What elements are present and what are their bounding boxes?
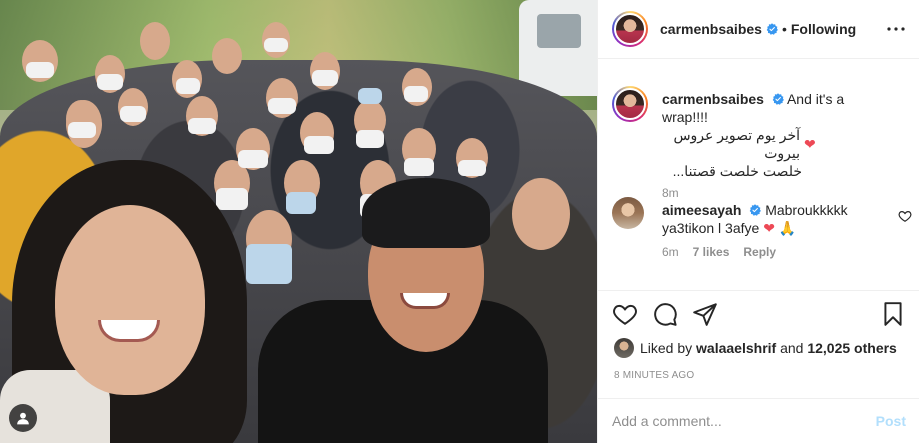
avatar[interactable]: [614, 88, 646, 120]
story-ring[interactable]: [612, 11, 648, 47]
add-comment-bar: Post: [598, 398, 919, 443]
comment-input[interactable]: [612, 413, 876, 429]
verified-badge-icon: [749, 204, 762, 216]
comment-item: aimeesayah Mabroukkkkk ya3tikon l 3afye …: [612, 197, 912, 277]
comment-like-heart-icon[interactable]: [898, 209, 912, 223]
photo-van: [519, 0, 597, 96]
likes-user[interactable]: walaaelshrif: [696, 340, 776, 356]
face-mask: [312, 70, 338, 86]
comment-icon[interactable]: [652, 301, 678, 327]
more-options-icon: [887, 27, 905, 31]
user-tag-button[interactable]: [9, 404, 37, 432]
comments-list[interactable]: carmenbsaibes And it's a wrap!!!! آخر يو…: [598, 60, 919, 288]
comment-text: Mabroukkkkk: [765, 202, 848, 218]
more-options-button[interactable]: [885, 18, 907, 40]
share-icon[interactable]: [692, 301, 718, 327]
comment-body: aimeesayah Mabroukkkkk ya3tikon l 3afye …: [662, 201, 892, 237]
face-mask: [404, 86, 428, 102]
post-header: carmenbsaibes • Following: [598, 0, 919, 59]
face-mask: [26, 62, 54, 78]
post-photo[interactable]: [0, 0, 597, 443]
caption-comment: carmenbsaibes And it's a wrap!!!! آخر يو…: [612, 86, 912, 200]
face-mask: [304, 136, 334, 154]
caption-arabic-line-2: خلصت خلصت قصتنا...: [672, 163, 802, 179]
user-tag-icon: [17, 412, 29, 425]
comment-meta: 6m 7 likes Reply: [662, 245, 776, 259]
face-mask: [358, 88, 382, 104]
face-mask: [264, 38, 288, 52]
caption-avatar-ring[interactable]: [612, 86, 648, 122]
post-timestamp[interactable]: 8 MINUTES AGO: [614, 370, 694, 381]
heart-emoji-icon: ❤: [763, 220, 775, 236]
likes-summary: Liked by walaaelshrif and 12,025 others: [614, 338, 897, 358]
instagram-post: carmenbsaibes • Following carmenbsaibes: [0, 0, 919, 443]
face-mask: [120, 106, 146, 122]
caption-body: carmenbsaibes And it's a wrap!!!! آخر يو…: [662, 90, 892, 180]
verified-badge-icon: [772, 93, 784, 105]
caption-username[interactable]: carmenbsaibes: [662, 91, 764, 107]
crowd-face: [512, 178, 570, 250]
face-mask: [268, 98, 296, 114]
comment-time[interactable]: 6m: [662, 245, 679, 259]
man-hair: [362, 178, 490, 248]
save-bookmark-icon[interactable]: [880, 301, 906, 327]
woman-face: [55, 205, 205, 395]
avatar[interactable]: [614, 13, 646, 45]
post-comment-button[interactable]: Post: [876, 413, 906, 429]
reply-button[interactable]: Reply: [743, 245, 776, 259]
face-mask: [246, 244, 292, 284]
header-username[interactable]: carmenbsaibes: [660, 21, 762, 37]
action-row: [612, 301, 718, 327]
pray-emoji-icon: 🙏: [778, 220, 797, 236]
crowd-face: [140, 22, 170, 60]
caption-arabic-line-1: آخر يوم تصوير عروس بيروت: [673, 127, 800, 161]
commenter-avatar[interactable]: [612, 197, 644, 229]
comment-likes[interactable]: 7 likes: [693, 245, 730, 259]
likes-others[interactable]: 12,025 others: [807, 340, 897, 356]
like-heart-icon[interactable]: [612, 301, 638, 327]
face-mask: [176, 78, 200, 94]
face-mask: [458, 160, 486, 176]
liker-avatar[interactable]: [614, 338, 634, 358]
face-mask: [356, 130, 384, 148]
likes-joiner: and: [780, 340, 804, 356]
comment-text-line-2: ya3tikon l 3afye: [662, 220, 760, 236]
comment-username[interactable]: aimeesayah: [662, 202, 741, 218]
likes-prefix: Liked by: [640, 340, 693, 356]
face-mask: [188, 118, 216, 134]
face-mask: [216, 188, 248, 210]
face-mask: [97, 74, 123, 90]
heart-emoji-icon: ❤: [804, 136, 816, 152]
face-mask: [68, 122, 96, 138]
face-mask: [404, 158, 434, 176]
verified-badge-icon: [766, 23, 778, 35]
face-mask: [238, 150, 268, 168]
header-separator: •: [781, 21, 787, 37]
post-sidebar: carmenbsaibes • Following carmenbsaibes: [597, 0, 919, 443]
face-mask: [286, 192, 316, 214]
crowd-face: [212, 38, 242, 74]
following-button[interactable]: Following: [791, 21, 856, 37]
